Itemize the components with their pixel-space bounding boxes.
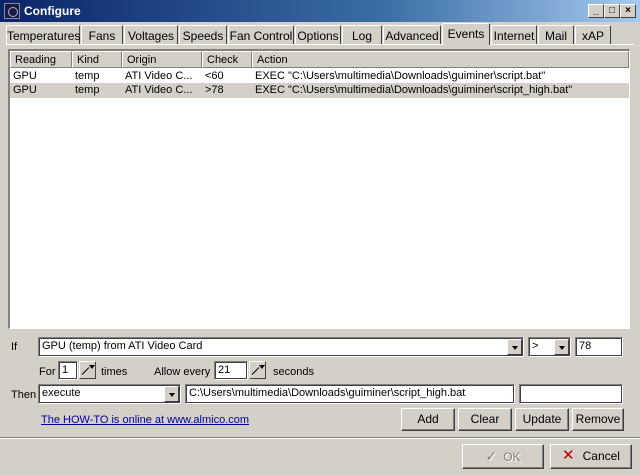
footer-divider: [0, 437, 640, 439]
ok-button[interactable]: ✓ OK: [462, 444, 544, 469]
allow-every-label: Allow every: [154, 366, 211, 378]
tab-log[interactable]: Log: [342, 25, 382, 44]
times-label: times: [101, 366, 128, 378]
if-label: If: [11, 341, 18, 353]
tab-fan-control[interactable]: Fan Control: [228, 25, 294, 44]
tab-xap[interactable]: xAP: [575, 25, 611, 44]
for-label: For: [39, 366, 56, 378]
events-list[interactable]: Reading Kind Origin Check Action GPU tem…: [8, 49, 630, 329]
cell-reading: GPU: [13, 84, 37, 96]
update-button[interactable]: Update: [515, 408, 569, 431]
table-row[interactable]: GPU temp ATI Video C... <60 EXEC "C:\Use…: [10, 69, 629, 84]
table-row-selected[interactable]: GPU temp ATI Video C... >78 EXEC "C:\Use…: [10, 83, 629, 98]
checkmark-icon: ✓: [485, 448, 498, 464]
cell-action: EXEC "C:\Users\multimedia\Downloads\guim…: [255, 70, 546, 82]
window-title: Configure: [24, 4, 81, 18]
column-reading[interactable]: Reading: [10, 51, 72, 68]
action-parameters-input[interactable]: [519, 384, 623, 404]
clear-button[interactable]: Clear: [458, 408, 512, 431]
app-icon: [4, 3, 20, 19]
tab-mail[interactable]: Mail: [538, 25, 574, 44]
allow-every-stepper[interactable]: [249, 361, 266, 379]
seconds-label: seconds: [273, 366, 314, 378]
howto-link[interactable]: The HOW-TO is online at www.almico.com: [41, 414, 249, 426]
sensor-select-value: GPU (temp) from ATI Video Card: [42, 340, 203, 352]
title-bar[interactable]: Configure _ □ ×: [0, 0, 640, 22]
cell-origin: ATI Video C...: [125, 84, 193, 96]
cancel-x-icon: ✕: [562, 447, 575, 464]
chevron-down-icon[interactable]: [554, 339, 569, 355]
column-action[interactable]: Action: [252, 51, 629, 68]
tab-fans[interactable]: Fans: [81, 25, 123, 44]
list-header: Reading Kind Origin Check Action: [10, 51, 629, 68]
cell-origin: ATI Video C...: [125, 70, 193, 82]
minimize-button[interactable]: _: [588, 4, 604, 18]
action-select[interactable]: execute: [38, 384, 181, 404]
cell-check: >78: [205, 84, 224, 96]
action-select-value: execute: [42, 387, 81, 399]
close-button[interactable]: ×: [620, 4, 636, 18]
tab-internet[interactable]: Internet: [491, 25, 537, 44]
cell-check: <60: [205, 70, 224, 82]
cell-kind: temp: [75, 70, 100, 82]
cell-kind: temp: [75, 84, 100, 96]
tab-temperatures[interactable]: Temperatures: [6, 25, 80, 44]
script-path-input[interactable]: C:\Users\multimedia\Downloads\guiminer\s…: [185, 384, 515, 404]
operator-select-value: >: [532, 340, 539, 352]
tab-speeds[interactable]: Speeds: [179, 25, 227, 44]
operator-select[interactable]: >: [528, 337, 571, 357]
ok-label: OK: [503, 450, 521, 464]
threshold-input[interactable]: 78: [575, 337, 623, 357]
sensor-select[interactable]: GPU (temp) from ATI Video Card: [38, 337, 524, 357]
column-check[interactable]: Check: [202, 51, 252, 68]
cancel-button[interactable]: ✕ Cancel: [550, 444, 632, 469]
chevron-down-icon[interactable]: [164, 386, 179, 402]
tab-divider: [6, 44, 634, 45]
cell-action: EXEC "C:\Users\multimedia\Downloads\guim…: [255, 84, 573, 96]
add-button[interactable]: Add: [401, 408, 455, 431]
chevron-down-icon[interactable]: [507, 339, 522, 355]
column-origin[interactable]: Origin: [122, 51, 202, 68]
maximize-button[interactable]: □: [604, 4, 620, 18]
remove-button[interactable]: Remove: [572, 408, 624, 431]
tab-strip: Temperatures Fans Voltages Speeds Fan Co…: [6, 23, 634, 45]
cancel-label: Cancel: [582, 449, 620, 463]
tab-options[interactable]: Options: [295, 25, 341, 44]
then-label: Then: [11, 389, 37, 401]
for-count-input[interactable]: 1: [58, 361, 78, 380]
allow-every-input[interactable]: 21: [214, 361, 248, 380]
tab-advanced[interactable]: Advanced: [383, 25, 441, 44]
tab-events[interactable]: Events: [442, 23, 490, 45]
column-kind[interactable]: Kind: [72, 51, 122, 68]
tab-voltages[interactable]: Voltages: [124, 25, 178, 44]
for-count-stepper[interactable]: [79, 361, 96, 379]
cell-reading: GPU: [13, 70, 37, 82]
